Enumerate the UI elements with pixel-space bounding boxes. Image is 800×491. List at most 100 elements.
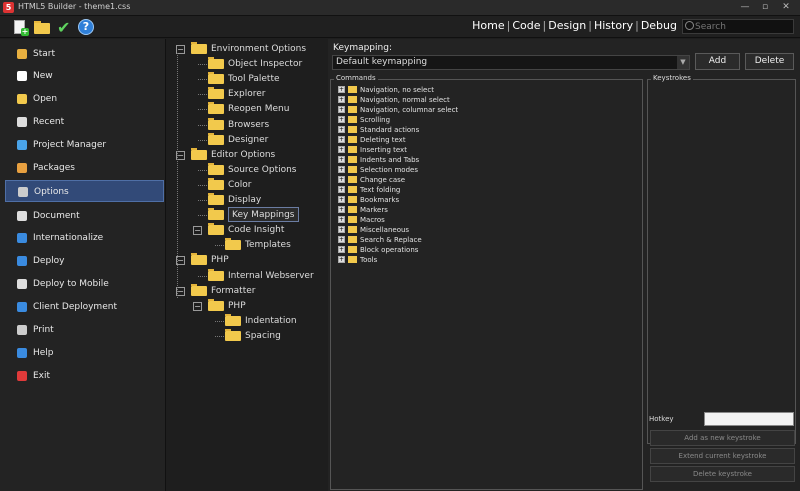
command-label: Navigation, columnar select bbox=[360, 106, 459, 114]
sidebar-item-label: Internationalize bbox=[33, 233, 104, 243]
sidebar-item-document[interactable]: Document bbox=[5, 205, 164, 227]
open-folder-icon[interactable] bbox=[34, 19, 51, 36]
sidebar-item-exit[interactable]: Exit bbox=[5, 365, 164, 387]
folder-icon bbox=[348, 176, 357, 183]
expand-plus-icon[interactable]: + bbox=[338, 126, 345, 133]
new-icon bbox=[17, 71, 27, 81]
tree-guide bbox=[198, 275, 207, 277]
tree-node-label: Editor Options bbox=[211, 149, 276, 160]
sidebar-item-label: Project Manager bbox=[33, 140, 107, 150]
keymapping-select[interactable]: Default keymapping ▼ bbox=[332, 55, 690, 70]
delete-button[interactable]: Delete bbox=[745, 53, 794, 70]
command-label: Selection modes bbox=[360, 166, 418, 174]
command-label: Block operations bbox=[360, 246, 419, 254]
maximize-button[interactable]: ▫ bbox=[755, 1, 775, 14]
tree-expander-icon[interactable]: − bbox=[193, 226, 202, 236]
folder-icon bbox=[348, 126, 357, 133]
expand-plus-icon[interactable]: + bbox=[338, 156, 345, 163]
sidebar-item-deploy-to-mobile[interactable]: Deploy to Mobile bbox=[5, 273, 164, 295]
options-tree: − Environment Options Object Inspector Tool… bbox=[167, 39, 327, 491]
tree-expander-icon[interactable]: − bbox=[193, 301, 202, 311]
tree-node-label: Spacing bbox=[245, 330, 281, 341]
sidebar-item-label: Open bbox=[33, 94, 58, 104]
expand-plus-icon[interactable]: + bbox=[338, 166, 345, 173]
expand-plus-icon[interactable]: + bbox=[338, 106, 345, 113]
search-input[interactable] bbox=[695, 20, 793, 33]
folder-icon bbox=[348, 136, 357, 143]
tree-guide bbox=[198, 64, 207, 66]
expand-plus-icon[interactable]: + bbox=[338, 226, 345, 233]
expand-plus-icon[interactable]: + bbox=[338, 146, 345, 153]
sidebar-item-help[interactable]: Help bbox=[5, 342, 164, 364]
search-box[interactable] bbox=[682, 19, 794, 34]
add-button[interactable]: Add bbox=[695, 53, 740, 70]
keymapping-selected-value: Default keymapping bbox=[336, 57, 428, 67]
tree-node-label: Color bbox=[228, 179, 252, 190]
folder-icon bbox=[208, 208, 224, 221]
sidebar-item-client-deployment[interactable]: Client Deployment bbox=[5, 296, 164, 318]
extend-keystroke-button[interactable]: Extend current keystroke bbox=[650, 448, 795, 464]
new-file-icon[interactable]: + bbox=[12, 19, 29, 36]
folder-icon bbox=[348, 156, 357, 163]
expand-plus-icon[interactable]: + bbox=[338, 246, 345, 253]
folder-icon bbox=[348, 166, 357, 173]
expand-plus-icon[interactable]: + bbox=[338, 86, 345, 93]
expand-plus-icon[interactable]: + bbox=[338, 196, 345, 203]
minimize-button[interactable]: — bbox=[735, 1, 755, 14]
expand-plus-icon[interactable]: + bbox=[338, 236, 345, 243]
folder-icon bbox=[208, 57, 224, 70]
expand-plus-icon[interactable]: + bbox=[338, 256, 345, 263]
folder-icon bbox=[208, 298, 224, 311]
sidebar-item-packages[interactable]: Packages bbox=[5, 157, 164, 179]
sidebar-item-label: Recent bbox=[33, 117, 65, 127]
delete-keystroke-button[interactable]: Delete keystroke bbox=[650, 466, 795, 482]
tree-node-label: Object Inspector bbox=[228, 59, 303, 70]
expand-plus-icon[interactable]: + bbox=[338, 136, 345, 143]
top-navigation: Home | Code | Design | History | Debug bbox=[472, 19, 677, 32]
tree-guide bbox=[215, 320, 224, 322]
folder-icon bbox=[208, 193, 224, 205]
sidebar-item-print[interactable]: Print bbox=[5, 319, 164, 341]
nav-home[interactable]: Home bbox=[472, 19, 504, 32]
close-button[interactable]: ✕ bbox=[776, 1, 796, 14]
nav-debug[interactable]: Debug bbox=[641, 19, 677, 32]
expand-plus-icon[interactable]: + bbox=[338, 96, 345, 103]
hotkey-input[interactable] bbox=[704, 412, 794, 426]
expand-plus-icon[interactable]: + bbox=[338, 216, 345, 223]
expand-plus-icon[interactable]: + bbox=[338, 176, 345, 183]
expand-plus-icon[interactable]: + bbox=[338, 116, 345, 123]
command-label: Bookmarks bbox=[360, 196, 400, 204]
expand-plus-icon[interactable]: + bbox=[338, 206, 345, 213]
tree-node-label: Reopen Menu bbox=[228, 104, 290, 115]
sidebar-item-label: Print bbox=[33, 325, 54, 335]
expand-plus-icon[interactable]: + bbox=[338, 186, 345, 193]
sidebar-item-options[interactable]: Options bbox=[5, 180, 164, 202]
command-label: Scrolling bbox=[360, 116, 391, 124]
sidebar-item-internationalize[interactable]: Internationalize bbox=[5, 227, 164, 249]
folder-icon bbox=[348, 196, 357, 203]
command-label: Change case bbox=[360, 176, 406, 184]
folder-icon bbox=[191, 253, 207, 266]
command-label: Navigation, no select bbox=[360, 86, 434, 94]
sidebar-item-new[interactable]: New bbox=[5, 65, 164, 87]
add-new-keystroke-button[interactable]: Add as new keystroke bbox=[650, 430, 795, 446]
nav-design[interactable]: Design bbox=[548, 19, 586, 32]
sidebar-item-recent[interactable]: Recent bbox=[5, 111, 164, 133]
check-icon[interactable]: ✔ bbox=[57, 19, 74, 36]
folder-icon bbox=[208, 268, 224, 281]
project-manager-icon bbox=[17, 140, 27, 150]
chevron-down-icon[interactable]: ▼ bbox=[677, 56, 689, 69]
folder-icon bbox=[348, 236, 357, 243]
sidebar-item-project-manager[interactable]: Project Manager bbox=[5, 134, 164, 156]
tree-guide bbox=[215, 245, 224, 247]
deploy-icon bbox=[17, 256, 27, 266]
nav-history[interactable]: History bbox=[594, 19, 633, 32]
sidebar-item-label: Packages bbox=[33, 163, 75, 173]
sidebar-item-start[interactable]: Start bbox=[5, 43, 164, 65]
help-icon[interactable]: ? bbox=[78, 19, 95, 36]
sidebar-item-open[interactable]: Open bbox=[5, 88, 164, 110]
sidebar-item-deploy[interactable]: Deploy bbox=[5, 250, 164, 272]
nav-code[interactable]: Code bbox=[512, 19, 540, 32]
tree-node-label: Code Insight bbox=[228, 225, 285, 236]
keystrokes-title: Keystrokes bbox=[651, 74, 693, 82]
